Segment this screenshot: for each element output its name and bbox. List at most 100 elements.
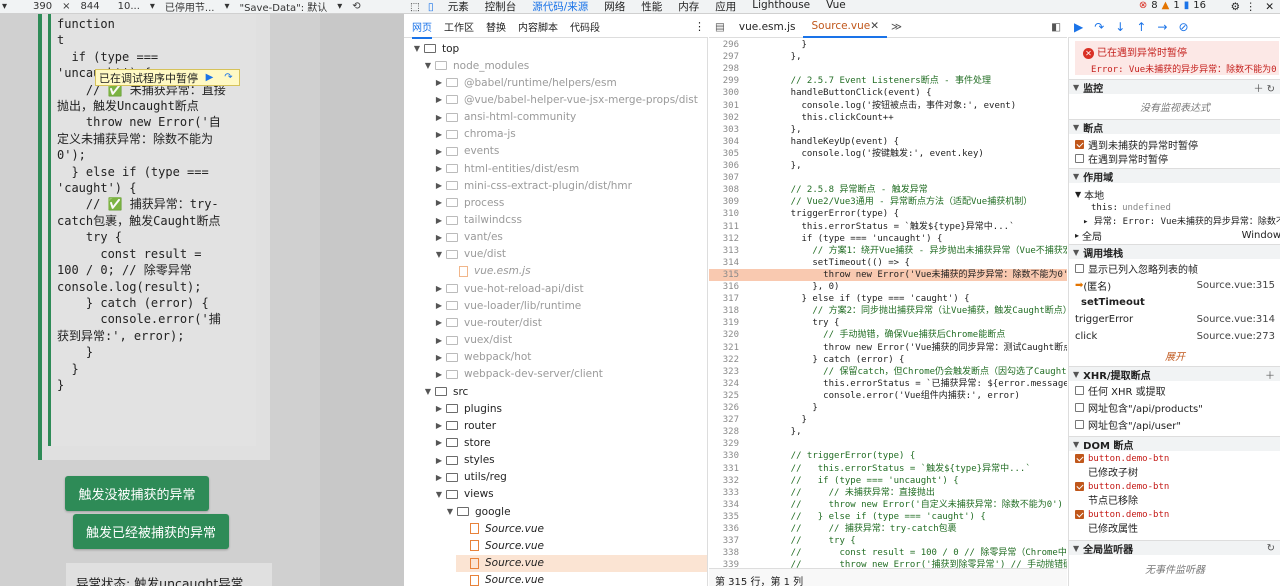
line-number[interactable]: 327 <box>709 414 739 426</box>
scope-section-header[interactable]: ▼ 作用域 <box>1069 168 1280 184</box>
line-number[interactable]: 307 <box>709 172 739 184</box>
checkbox[interactable] <box>1075 420 1084 429</box>
line-number[interactable]: 320 <box>709 329 739 341</box>
more-tabs-icon[interactable]: ≫ <box>887 21 906 33</box>
line-number[interactable]: 339 <box>709 559 739 568</box>
line-number[interactable]: 309 <box>709 196 739 208</box>
toggle-navigator-icon[interactable]: ▤ <box>709 21 731 33</box>
pause-caught-checkbox[interactable]: 在遇到异常时暂停 <box>1069 151 1280 166</box>
devtools-tab[interactable]: Vue <box>826 0 846 14</box>
settings-icon[interactable]: ⚙ <box>1231 1 1240 13</box>
line-number[interactable]: 325 <box>709 390 739 402</box>
folder-item[interactable]: ▶ mini-css-extract-plugin/dist/hmr <box>434 177 632 194</box>
zoom-select[interactable]: 10... <box>118 1 140 12</box>
close-icon[interactable]: ✕ <box>1265 1 1274 13</box>
close-icon[interactable]: ✕ <box>870 20 879 32</box>
callstack-frame[interactable]: triggerError Source.vue:314 <box>1069 312 1280 327</box>
dom-breakpoints-section-header[interactable]: ▼ DOM 断点 <box>1069 436 1280 452</box>
dom-breakpoint[interactable]: button.demo-btn 节点已移除 <box>1069 482 1280 508</box>
line-number[interactable]: 303 <box>709 124 739 136</box>
trigger-uncaught-button[interactable]: 触发没被捕获的异常 <box>65 476 209 511</box>
checkbox[interactable] <box>1075 264 1084 273</box>
line-number[interactable]: 317 <box>709 293 739 305</box>
chevron-right-icon[interactable]: ▶ <box>434 113 444 122</box>
chevron-right-icon[interactable]: ▶ <box>434 164 444 173</box>
folder-item[interactable]: ▶ @babel/runtime/helpers/esm <box>434 74 617 91</box>
line-number[interactable]: 323 <box>709 366 739 378</box>
folder-item[interactable]: ▶ ansi-html-community <box>434 109 576 126</box>
line-number[interactable]: 328 <box>709 426 739 438</box>
navigator-tab[interactable]: 内容脚本 <box>518 19 558 34</box>
throttle-select[interactable]: 已停用节... <box>165 0 215 13</box>
folder-item[interactable]: ▶ html-entities/dist/esm <box>434 160 579 177</box>
chevron-right-icon[interactable]: ▶ <box>434 438 444 447</box>
navigator-tab[interactable]: 代码段 <box>570 19 600 34</box>
folder-item[interactable]: ▶ utils/reg <box>434 469 507 486</box>
line-number[interactable]: 326 <box>709 402 739 414</box>
line-number[interactable]: 300 <box>709 87 739 99</box>
devtools-tab[interactable]: 内存 <box>678 0 699 14</box>
watch-section-header[interactable]: ▼ 监控 ＋ ↻ <box>1069 79 1280 95</box>
dom-breakpoint[interactable]: button.demo-btn 已修改属性 <box>1069 510 1280 536</box>
checkbox-checked[interactable] <box>1075 482 1084 491</box>
line-number[interactable]: 329 <box>709 438 739 450</box>
chevron-right-icon[interactable]: ▶ <box>434 301 444 310</box>
line-number[interactable]: 297 <box>709 51 739 63</box>
folder-item[interactable]: ▶ vue-router/dist <box>434 314 542 331</box>
scope-global[interactable]: ▸ 全局 Window <box>1069 228 1280 243</box>
line-number[interactable]: 319 <box>709 317 739 329</box>
callstack-frame[interactable]: setTimeout <box>1069 295 1280 310</box>
devtools-tab[interactable]: 应用 <box>715 0 736 14</box>
chevron-right-icon[interactable]: ▶ <box>434 421 444 430</box>
line-number[interactable]: 321 <box>709 342 739 354</box>
devtools-tab[interactable]: 元素 <box>448 0 469 14</box>
chevron-down-icon[interactable]: ▼ <box>412 44 422 53</box>
line-number[interactable]: 311 <box>709 221 739 233</box>
issue-counters[interactable]: ⊗ 8 ▲ 1 ▮ 16 <box>1139 0 1206 11</box>
show-ignored-frames-checkbox[interactable]: 显示已列入忽略列表的帧 <box>1069 261 1280 276</box>
checkbox-checked[interactable] <box>1075 510 1084 519</box>
frame-location[interactable]: Source.vue:273 <box>1197 331 1275 342</box>
folder-item[interactable]: ▶ vue-hot-reload-api/dist <box>434 280 584 297</box>
line-number[interactable]: 313 <box>709 245 739 257</box>
xhr-breakpoint[interactable]: 网址包含"/api/products" <box>1069 400 1280 415</box>
chevron-right-icon[interactable]: ▶ <box>434 370 444 379</box>
file-item[interactable]: Source.vue <box>456 537 544 554</box>
line-number[interactable]: 304 <box>709 136 739 148</box>
line-number[interactable]: 298 <box>709 63 739 75</box>
folder-item[interactable]: ▶ vue-loader/lib/runtime <box>434 297 581 314</box>
line-number[interactable]: 330 <box>709 450 739 462</box>
chevron-right-icon[interactable]: ▶ <box>434 284 444 293</box>
device-height-input[interactable]: 844 <box>81 1 100 12</box>
line-number[interactable]: 299 <box>709 75 739 87</box>
line-number[interactable]: 314 <box>709 257 739 269</box>
folder-item[interactable]: ▼ node_modules <box>423 57 529 74</box>
rotate-icon[interactable]: ⟲ <box>352 1 360 12</box>
line-number[interactable]: 331 <box>709 463 739 475</box>
line-number[interactable]: 302 <box>709 112 739 124</box>
editor-tab[interactable]: Source.vue ✕ <box>803 16 888 38</box>
navigator-tab[interactable]: 替换 <box>486 19 506 34</box>
resume-icon[interactable]: ▶︎ <box>202 71 217 84</box>
line-number[interactable]: 305 <box>709 148 739 160</box>
file-item[interactable]: Source.vue <box>456 520 544 537</box>
line-number[interactable]: 296 <box>709 39 739 51</box>
step-into-icon[interactable]: ↓ <box>1115 20 1125 34</box>
inspect-icon[interactable]: ⬚ <box>410 1 420 13</box>
folder-item[interactable]: ▶ store <box>434 434 491 451</box>
more-icon[interactable]: ⋮ <box>1246 1 1257 13</box>
line-number[interactable]: 334 <box>709 499 739 511</box>
checkbox-checked[interactable] <box>1075 140 1084 149</box>
line-number[interactable]: 336 <box>709 523 739 535</box>
scope-exception[interactable]: ▸ 异常: Error: Vue未捕获的异步异常：除数不能 <box>1069 213 1280 228</box>
folder-item[interactable]: ▶ events <box>434 143 499 160</box>
folder-item[interactable]: ▶ router <box>434 417 496 434</box>
device-width-input[interactable]: 390 <box>33 1 52 12</box>
toggle-sidebar-icon[interactable]: ◧ <box>1051 21 1061 33</box>
xhr-breakpoint[interactable]: 任何 XHR 或提取 <box>1069 383 1280 398</box>
chevron-down-icon[interactable]: ▼ <box>423 387 433 396</box>
folder-item[interactable]: ▶ vant/es <box>434 229 503 246</box>
chevron-right-icon[interactable]: ▶ <box>434 336 444 345</box>
add-icon[interactable]: ＋ <box>1265 367 1275 382</box>
line-number[interactable]: 324 <box>709 378 739 390</box>
